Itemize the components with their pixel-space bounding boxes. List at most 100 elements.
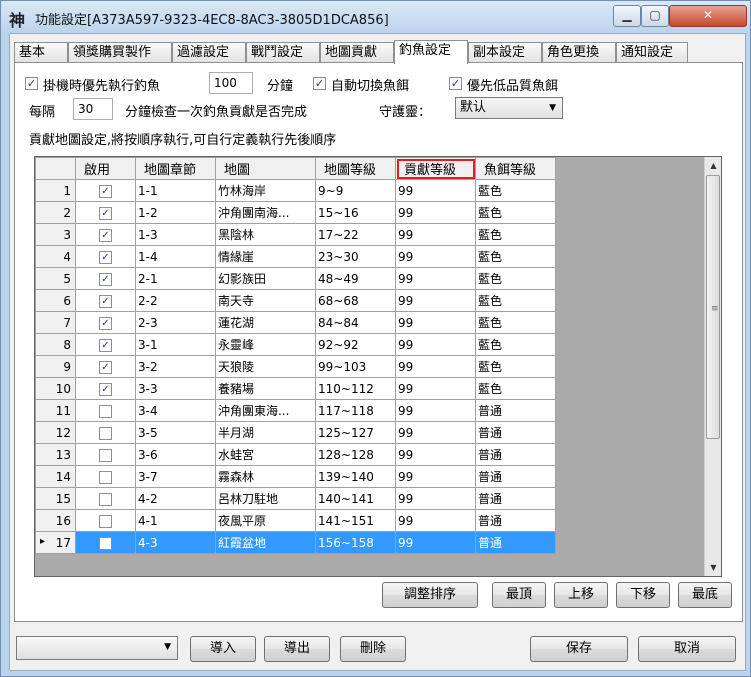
enabled-checkbox[interactable]: ✓ <box>99 382 112 396</box>
row-header[interactable]: 6 <box>35 289 76 312</box>
bait-level-cell[interactable]: 藍色 <box>475 311 556 334</box>
enabled-cell[interactable]: ✓ <box>75 333 136 356</box>
contribution-level-cell[interactable]: 99 <box>395 421 476 444</box>
contribution-level-cell[interactable]: 99 <box>395 377 476 400</box>
bait-level-cell[interactable]: 藍色 <box>475 333 556 356</box>
map-cell[interactable]: 永靈峰 <box>215 333 316 356</box>
chapter-cell[interactable]: 1-1 <box>135 179 216 202</box>
enabled-cell[interactable]: ✓ <box>75 179 136 202</box>
chapter-cell[interactable]: 3-5 <box>135 421 216 444</box>
bait-level-cell[interactable]: 藍色 <box>475 201 556 224</box>
chapter-cell[interactable]: 2-1 <box>135 267 216 290</box>
chapter-cell[interactable]: 3-6 <box>135 443 216 466</box>
row-header[interactable]: 8 <box>35 333 76 356</box>
row-header[interactable]: 12 <box>35 421 76 444</box>
enabled-cell[interactable] <box>75 531 136 554</box>
row-header[interactable]: 4 <box>35 245 76 268</box>
enabled-checkbox[interactable]: ✓ <box>99 272 112 286</box>
map-cell[interactable]: 水蛙宮 <box>215 443 316 466</box>
enabled-checkbox[interactable] <box>99 426 112 440</box>
map-cell[interactable]: 南天寺 <box>215 289 316 312</box>
tab-character-switch[interactable]: 角色更換 <box>542 42 616 62</box>
contribution-level-cell[interactable]: 99 <box>395 223 476 246</box>
enabled-cell[interactable] <box>75 399 136 422</box>
row-header[interactable]: 9 <box>35 355 76 378</box>
map-level-cell[interactable]: 141~151 <box>315 509 396 532</box>
chapter-cell[interactable]: 4-1 <box>135 509 216 532</box>
contribution-level-cell[interactable]: 99 <box>395 201 476 224</box>
contribution-level-cell[interactable]: 99 <box>395 355 476 378</box>
table-row[interactable]: 5 ✓ 2-1 幻影族田 48~49 99 藍色 <box>35 267 556 290</box>
table-row[interactable]: 4 ✓ 1-4 情緣崖 23~30 99 藍色 <box>35 245 556 268</box>
bait-level-cell[interactable]: 普通 <box>475 465 556 488</box>
map-cell[interactable]: 霧森林 <box>215 465 316 488</box>
map-level-cell[interactable]: 84~84 <box>315 311 396 334</box>
move-up-button[interactable]: 上移 <box>554 582 608 608</box>
map-cell[interactable]: 呂林刀駐地 <box>215 487 316 510</box>
chapter-cell[interactable]: 1-3 <box>135 223 216 246</box>
cancel-button[interactable]: 取消 <box>638 636 736 662</box>
move-bottom-button[interactable]: 最底 <box>678 582 732 608</box>
bait-level-cell[interactable]: 普通 <box>475 531 556 554</box>
chapter-cell[interactable]: 1-4 <box>135 245 216 268</box>
chapter-cell[interactable]: 4-2 <box>135 487 216 510</box>
table-row[interactable]: 7 ✓ 2-3 蓮花湖 84~84 99 藍色 <box>35 311 556 334</box>
bait-level-cell[interactable]: 藍色 <box>475 267 556 290</box>
map-level-cell[interactable]: 140~141 <box>315 487 396 510</box>
table-row[interactable]: 8 ✓ 3-1 永靈峰 92~92 99 藍色 <box>35 333 556 356</box>
enabled-cell[interactable] <box>75 509 136 532</box>
bait-level-cell[interactable]: 普通 <box>475 399 556 422</box>
row-header[interactable]: 14 <box>35 465 76 488</box>
bait-level-cell[interactable]: 普通 <box>475 443 556 466</box>
move-down-button[interactable]: 下移 <box>616 582 670 608</box>
map-cell[interactable]: 幻影族田 <box>215 267 316 290</box>
bait-level-cell[interactable]: 藍色 <box>475 289 556 312</box>
map-cell[interactable]: 養豬場 <box>215 377 316 400</box>
tab-map-contribution[interactable]: 地圖貢獻 <box>320 42 394 62</box>
tab-notification[interactable]: 通知設定 <box>616 42 688 62</box>
map-cell[interactable]: 蓮花湖 <box>215 311 316 334</box>
guardian-select[interactable]: 默认 ▼ <box>455 97 563 119</box>
row-header[interactable]: 13 <box>35 443 76 466</box>
chapter-cell[interactable]: 4-3 <box>135 531 216 554</box>
scroll-down-icon[interactable]: ▼ <box>705 559 721 576</box>
minimize-button[interactable]: ▁ <box>613 5 641 27</box>
map-cell[interactable]: 半月湖 <box>215 421 316 444</box>
map-cell[interactable]: 竹林海岸 <box>215 179 316 202</box>
table-row[interactable]: 13 3-6 水蛙宮 128~128 99 普通 <box>35 443 556 466</box>
interval-input[interactable]: 30 <box>73 98 113 120</box>
contribution-level-cell[interactable]: 99 <box>395 333 476 356</box>
tab-rewards-crafting[interactable]: 領獎購買製作 <box>68 42 172 62</box>
export-button[interactable]: 導出 <box>264 636 330 662</box>
col-map-level[interactable]: 地圖等級 <box>315 157 396 180</box>
close-button[interactable]: ✕ <box>669 5 747 27</box>
table-row[interactable]: 12 3-5 半月湖 125~127 99 普通 <box>35 421 556 444</box>
bait-level-cell[interactable]: 藍色 <box>475 245 556 268</box>
map-level-cell[interactable]: 128~128 <box>315 443 396 466</box>
row-header[interactable]: 16 <box>35 509 76 532</box>
enabled-cell[interactable] <box>75 443 136 466</box>
enabled-checkbox[interactable]: ✓ <box>99 294 112 308</box>
map-cell[interactable]: 天狼陵 <box>215 355 316 378</box>
grid-scrollbar[interactable]: ▲ ≡ ▼ <box>704 157 721 576</box>
map-cell[interactable]: 黑陰林 <box>215 223 316 246</box>
map-level-cell[interactable]: 139~140 <box>315 465 396 488</box>
maximize-button[interactable]: ▢ <box>641 5 669 27</box>
enabled-checkbox[interactable]: ✓ <box>99 206 112 220</box>
map-level-cell[interactable]: 48~49 <box>315 267 396 290</box>
enabled-checkbox[interactable] <box>99 536 112 550</box>
row-header[interactable]: 2 <box>35 201 76 224</box>
enabled-cell[interactable]: ✓ <box>75 289 136 312</box>
row-header[interactable]: 15 <box>35 487 76 510</box>
map-grid[interactable]: 啟用 地圖章節 地圖 地圖等級 貢獻等級 魚餌等級 1 ✓ 1-1 竹林海岸 9~9 99… <box>34 156 722 577</box>
table-row[interactable]: 1 ✓ 1-1 竹林海岸 9~9 99 藍色 <box>35 179 556 202</box>
move-top-button[interactable]: 最頂 <box>492 582 546 608</box>
map-level-cell[interactable]: 156~158 <box>315 531 396 554</box>
table-row[interactable]: 10 ✓ 3-3 養豬場 110~112 99 藍色 <box>35 377 556 400</box>
save-button[interactable]: 保存 <box>530 636 628 662</box>
enabled-checkbox[interactable]: ✓ <box>99 360 112 374</box>
bait-level-cell[interactable]: 普通 <box>475 509 556 532</box>
enabled-checkbox[interactable]: ✓ <box>99 228 112 242</box>
scroll-up-icon[interactable]: ▲ <box>705 157 721 174</box>
table-row[interactable]: ▸ 17 4-3 紅霞盆地 156~158 99 普通 <box>35 531 556 554</box>
